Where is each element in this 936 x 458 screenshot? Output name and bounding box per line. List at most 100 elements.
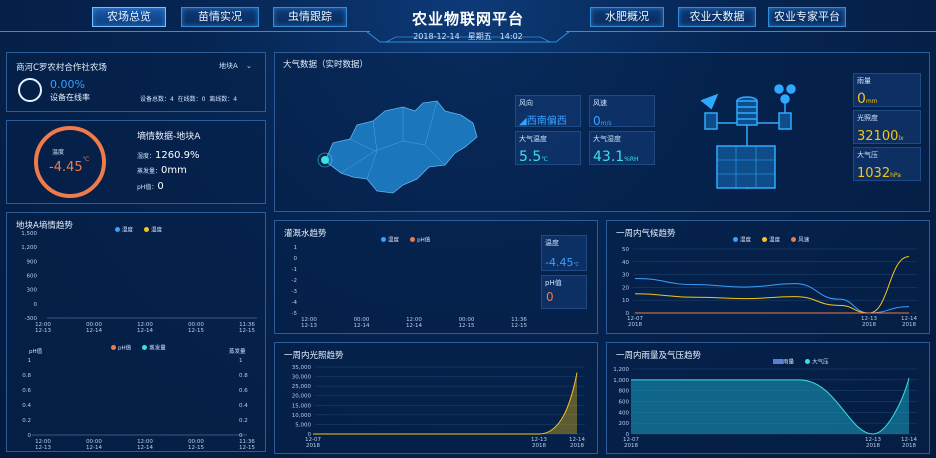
wind-speed-box: 风速 0m/s <box>589 95 655 129</box>
climate-series-0 <box>634 277 910 314</box>
y2-left-title: pH值 <box>29 349 43 355</box>
ph-value: 0 <box>157 181 164 192</box>
soil-y2-left-tick: 0 <box>28 433 32 439</box>
evap-value: 0mm <box>161 165 187 176</box>
climate-x-tick-sub: 2018 <box>628 322 642 328</box>
light-unit: lx <box>898 135 904 142</box>
soil-y2-right-tick: 0.6 <box>239 388 248 394</box>
pressure-label: 大气压 <box>857 151 878 159</box>
light-y-tick: 20,000 <box>292 394 312 400</box>
gauge-value-wrap: -4.45℃ <box>49 156 89 175</box>
irr-x-tick-sub: 12-14 <box>354 323 370 329</box>
pressure-value: 1032 <box>857 166 891 181</box>
wind-speed-unit: m/s <box>600 120 612 127</box>
soil-x2-tick-sub: 12-14 <box>86 445 102 451</box>
light-line <box>313 372 578 435</box>
irr-y-tick: -2 <box>292 278 297 284</box>
rain-pressure-chart: 1,2001,000800600400200012-07201812-13201… <box>613 367 917 449</box>
time: 14:02 <box>499 32 523 41</box>
air-temp-unit: ℃ <box>541 156 549 163</box>
pressure-unit: hPa <box>890 172 901 179</box>
chevron-down-icon: ⌄ <box>246 62 252 70</box>
air-temp-value: 5.5 <box>519 149 542 165</box>
rp-x-tick-sub: 2018 <box>624 443 638 449</box>
rp-y-tick: 600 <box>619 400 630 406</box>
soil-x1-tick-sub: 12-14 <box>137 328 153 334</box>
wind-direction: ◢西南偏西 <box>519 112 567 127</box>
rp-y-tick: 400 <box>619 410 630 416</box>
soil-y2-left-tick: 0.2 <box>22 418 31 424</box>
wind-direction-label: 风向 <box>519 99 533 107</box>
irr-x-tick-sub: 12-15 <box>459 323 475 329</box>
light-box: 光照度 32100lx <box>853 110 921 144</box>
climate-y-tick: 10 <box>622 298 629 304</box>
rp-y-tick: 1,000 <box>613 378 629 384</box>
soil-y2-left-tick: 0.8 <box>22 373 31 379</box>
soil-ph: pH值：0 <box>137 174 164 193</box>
soil-trend-chart: 1,5001,2009006003000-300 12:0012-1300:00… <box>21 231 257 451</box>
soil-trend-legend2: pH值 蒸发量 <box>105 337 166 356</box>
irr-ph-value: 0 <box>546 290 554 304</box>
irrigation-panel: 灌溉水趋势 温度 pH值 1 0 -1 -2 -3 -4 -5 12:00 12-13 00:0… <box>274 220 598 334</box>
light-value: 32100 <box>857 129 899 144</box>
climate-y-tick: 50 <box>622 247 629 253</box>
light-y-tick: 5,000 <box>295 422 311 428</box>
weather-title: 大气数据（实时数据） <box>283 60 369 70</box>
light-chart: 35,000 30,000 25,000 20,000 15,000 10,000 5,00… <box>292 365 586 449</box>
irr-temp: -4.45℃ <box>545 251 579 270</box>
light-area <box>313 372 577 434</box>
datetime: 2018-12-14 星期五 14:02 <box>0 31 936 42</box>
weather-station-icon <box>700 84 796 189</box>
irr-y-tick: -3 <box>292 289 298 295</box>
device-stats: 设备总数：4 在线数：0 离线数：4 <box>140 96 238 103</box>
light-y-tick: 30,000 <box>292 375 312 381</box>
online-label: 设备在线率 <box>50 93 90 102</box>
legend-evap: 蒸发量 <box>149 345 166 352</box>
climate-y-tick: 20 <box>622 285 629 291</box>
light-y-tick: 10,000 <box>292 413 312 419</box>
location-marker <box>321 156 329 164</box>
soil-y2-right-tick: 0.8 <box>239 373 248 379</box>
wind-speed: 0m/s <box>593 110 612 129</box>
legend-ph-dot <box>111 345 116 350</box>
rp-y-tick: 800 <box>619 389 630 395</box>
soil-y2-right-tick: 0.2 <box>239 418 248 424</box>
gauge-unit: ℃ <box>82 156 90 163</box>
legend-ph: pH值 <box>118 345 132 352</box>
plot-select[interactable]: 地块A ⌄ <box>219 61 252 71</box>
farm-panel: 商河C罗农村合作社农场 地块A ⌄ 0.00% 设备在线率 设备总数：4 在线数… <box>6 52 266 112</box>
irr-y-tick: 0 <box>294 256 298 262</box>
soil-x2-tick-sub: 12-15 <box>239 445 255 451</box>
light: 32100lx <box>857 125 904 144</box>
wind-speed-value: 0 <box>593 114 601 128</box>
wind-direction-box: 风向 ◢西南偏西 <box>515 95 581 127</box>
legend-evap-dot <box>142 345 148 350</box>
soil-trend-panel: 地块A墒情趋势 湿度 温度 1,500 1,200 900 600 300 0 -300 1… <box>6 212 266 452</box>
soil-y2-left-tick: 0.6 <box>22 388 31 394</box>
climate-y-tick: 40 <box>622 260 629 266</box>
irr-ph-label: pH值 <box>545 279 562 287</box>
soil-x2-tick-sub: 12-14 <box>137 445 153 451</box>
wind-speed-label: 风速 <box>593 99 607 107</box>
page-title: 农业物联网平台 <box>411 10 524 28</box>
irr-y-tick: -5 <box>292 311 298 317</box>
plot-select-value: 地块A <box>219 62 238 70</box>
wind-direction-value: 西南偏西 <box>526 116 567 127</box>
province-map <box>317 100 478 194</box>
light-x-tick-sub: 2018 <box>306 443 320 449</box>
online-rate: 0.00% <box>50 78 85 91</box>
rp-y-tick: 200 <box>619 421 630 427</box>
rain-pressure-panel: 一周内雨量及气压趋势 雨量 大气压 1,200 1,000 800 600 400 200… <box>606 342 930 454</box>
irr-x-tick-sub: 12-15 <box>511 323 527 329</box>
pressure-area <box>631 378 909 434</box>
rain-box: 雨量 0mm <box>853 73 921 107</box>
soil-title: 墒情数据-地块A <box>137 132 201 142</box>
air-humidity-value: 43.1 <box>593 149 625 165</box>
air-humidity-label: 大气湿度 <box>593 135 621 143</box>
irr-temp-box: 温度 -4.45℃ <box>541 235 587 271</box>
climate-x-tick-sub: 2018 <box>862 322 876 328</box>
soil-y2-right-tick: 0.4 <box>239 403 248 409</box>
rp-y-tick: 1,200 <box>613 367 629 373</box>
irr-y-tick: -1 <box>292 267 297 273</box>
gauge-label: 温度 <box>52 149 65 156</box>
